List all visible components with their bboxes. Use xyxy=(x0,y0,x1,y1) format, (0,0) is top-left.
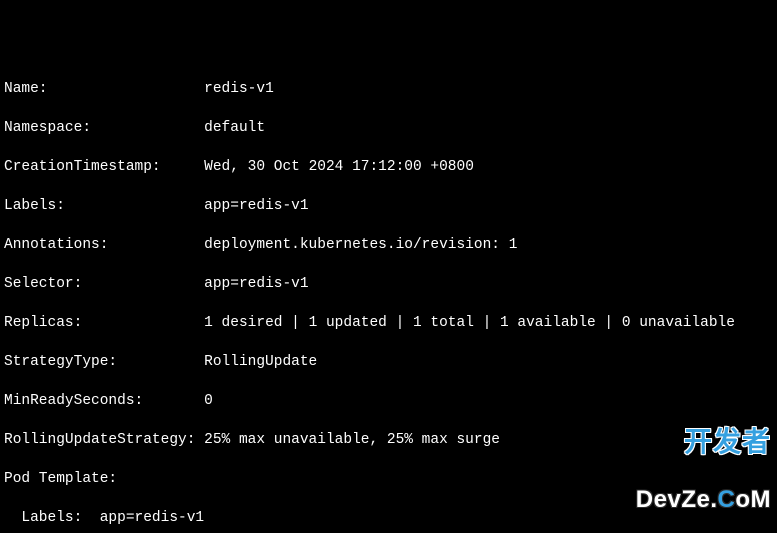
row-namespace: Namespace: default xyxy=(4,119,777,139)
key-creation-timestamp: CreationTimestamp: xyxy=(4,159,161,175)
key-name: Name: xyxy=(4,81,48,97)
val-strategy-type: RollingUpdate xyxy=(204,354,317,370)
row-min-ready-seconds: MinReadySeconds: 0 xyxy=(4,392,777,412)
val-annotations: deployment.kubernetes.io/revision: 1 xyxy=(204,237,517,253)
row-selector: Selector: app=redis-v1 xyxy=(4,275,777,295)
key-labels: Labels: xyxy=(4,198,65,214)
row-rolling-update-strategy: RollingUpdateStrategy: 25% max unavailab… xyxy=(4,431,777,451)
row-creation-timestamp: CreationTimestamp: Wed, 30 Oct 2024 17:1… xyxy=(4,158,777,178)
val-creation-timestamp: Wed, 30 Oct 2024 17:12:00 +0800 xyxy=(204,159,474,175)
key-annotations: Annotations: xyxy=(4,237,108,253)
row-labels: Labels: app=redis-v1 xyxy=(4,197,777,217)
val-labels: app=redis-v1 xyxy=(204,198,308,214)
key-namespace: Namespace: xyxy=(4,120,91,136)
val-replicas: 1 desired | 1 updated | 1 total | 1 avai… xyxy=(204,315,735,331)
row-strategy-type: StrategyType: RollingUpdate xyxy=(4,353,777,373)
val-min-ready-seconds: 0 xyxy=(204,393,213,409)
key-strategy-type: StrategyType: xyxy=(4,354,117,370)
key-selector: Selector: xyxy=(4,276,82,292)
val-rolling-update-strategy: 25% max unavailable, 25% max surge xyxy=(204,432,500,448)
key-replicas: Replicas: xyxy=(4,315,82,331)
row-replicas: Replicas: 1 desired | 1 updated | 1 tota… xyxy=(4,314,777,334)
watermark-bottom: DevZe.CoM xyxy=(636,487,771,512)
row-name: Name: redis-v1 xyxy=(4,80,777,100)
watermark: 开发者 DevZe.CoM xyxy=(636,396,771,527)
val-name: redis-v1 xyxy=(204,81,274,97)
pod-template-header: Pod Template: xyxy=(4,470,777,490)
key-min-ready-seconds: MinReadySeconds: xyxy=(4,393,143,409)
pod-labels: Labels: app=redis-v1 xyxy=(4,509,777,529)
key-rolling-update-strategy: RollingUpdateStrategy: xyxy=(4,432,195,448)
val-namespace: default xyxy=(204,120,265,136)
val-selector: app=redis-v1 xyxy=(204,276,308,292)
row-annotations: Annotations: deployment.kubernetes.io/re… xyxy=(4,236,777,256)
